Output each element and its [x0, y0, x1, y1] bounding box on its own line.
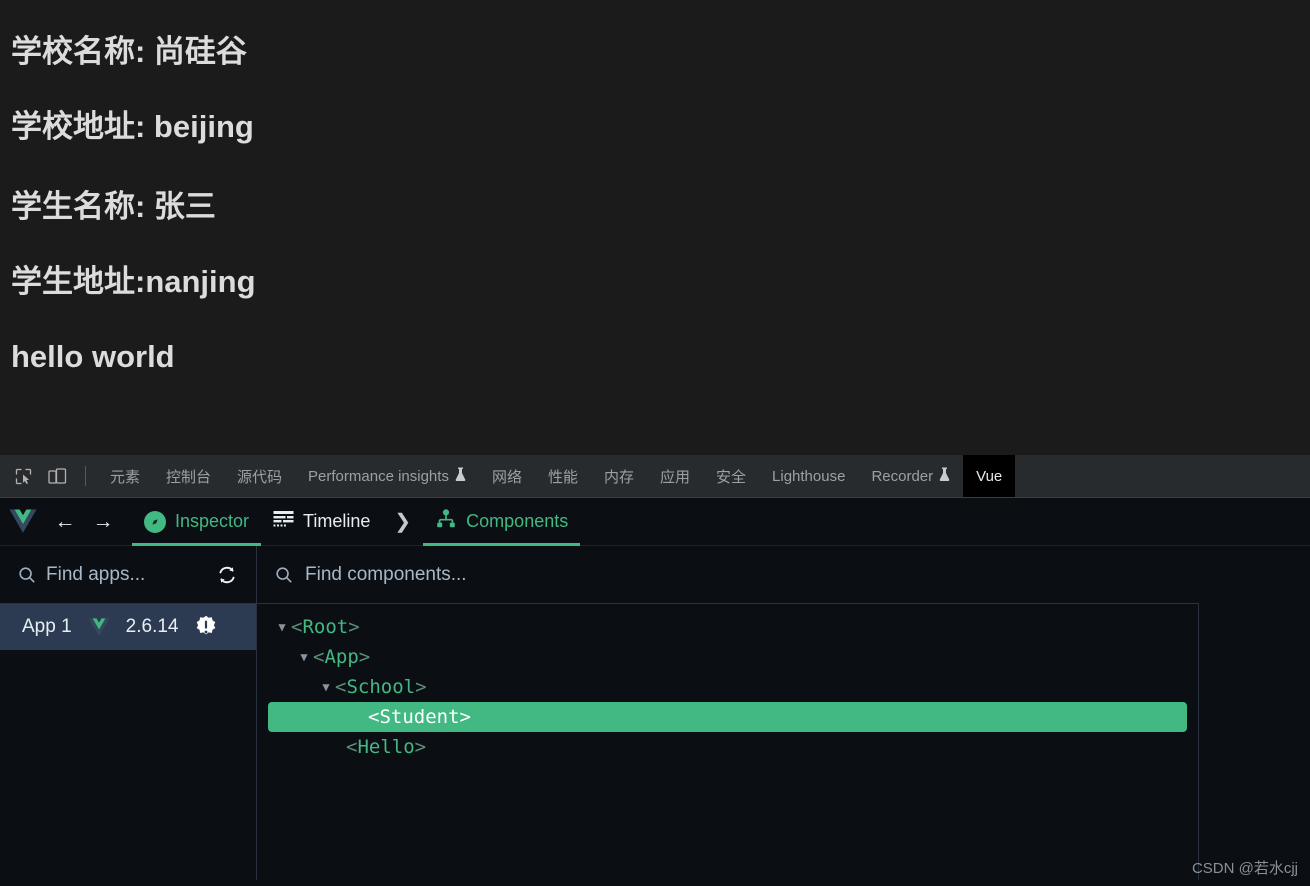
component-name: School [346, 676, 416, 698]
devtools-panel: 元素 控制台 源代码 Performance insights 网络 性能 内存 [0, 455, 1310, 886]
vue-toolbar: ← → Inspector Timeline ❯ Components [0, 498, 1310, 546]
tab-sources[interactable]: 源代码 [224, 455, 295, 497]
tab-label: 安全 [716, 468, 747, 486]
inspect-element-icon[interactable] [6, 455, 40, 497]
tab-performance-insights[interactable]: Performance insights [295, 455, 479, 497]
forward-button[interactable]: → [84, 498, 122, 546]
page-text-line: 学校名称: 尚硅谷 [11, 34, 247, 69]
tabbar-divider [85, 466, 86, 486]
tree-row-selected[interactable]: ▼<Student> [268, 702, 1187, 732]
search-icon [18, 566, 36, 584]
search-icon [275, 566, 293, 584]
tab-label: Performance insights [308, 467, 449, 485]
tab-lighthouse[interactable]: Lighthouse [759, 455, 858, 497]
watermark: CSDN @若水cjj [1191, 860, 1298, 877]
apps-list-panel: App 1 2.6.14 [0, 604, 257, 880]
chevron-right-icon: ❯ [394, 511, 412, 533]
components-search-bar[interactable]: Find components... [257, 546, 1199, 604]
page-text-line: hello world [11, 339, 175, 374]
component-name: Hello [357, 736, 415, 758]
vue-logo-icon [0, 509, 46, 534]
tab-performance[interactable]: 性能 [535, 455, 591, 497]
chevron-down-icon[interactable]: ▼ [273, 620, 291, 634]
apps-search-bar[interactable]: Find apps... [0, 546, 257, 604]
tab-label: 网络 [491, 468, 522, 486]
vue-tab-components[interactable]: Components [423, 498, 581, 546]
tab-console[interactable]: 控制台 [153, 455, 224, 497]
rendered-page: 学校名称: 尚硅谷 学校地址: beijing 学生名称: 张三 学生地址:na… [0, 0, 1310, 455]
tab-label: 应用 [660, 468, 691, 486]
tree-row[interactable]: ▼ < Root > [257, 612, 1198, 642]
component-name: Student [379, 706, 460, 728]
timeline-icon [273, 510, 294, 533]
component-details-panel [1199, 604, 1310, 880]
devtools-tabbar: 元素 控制台 源代码 Performance insights 网络 性能 内存 [0, 455, 1310, 498]
tab-label: Vue [976, 467, 1003, 485]
refresh-icon[interactable] [216, 564, 238, 586]
vue-tab-label: Components [466, 511, 569, 531]
sitemap-icon [435, 509, 457, 534]
tab-vue[interactable]: Vue [963, 455, 1016, 497]
vue-tab-label: Timeline [303, 511, 371, 531]
page-text-line: 学生地址:nanjing [11, 264, 256, 299]
page-text-line: 学校地址: beijing [11, 109, 254, 144]
tab-label: Recorder [871, 467, 934, 485]
tree-row[interactable]: ▼ < School > [257, 672, 1198, 702]
devtools-body: App 1 2.6.14 ▼ < Root > ▼ < App > ▼ < Sc… [0, 604, 1310, 880]
page-text-line: 学生名称: 张三 [11, 189, 216, 224]
vue-tab-inspector[interactable]: Inspector [132, 498, 262, 546]
tab-elements[interactable]: 元素 [97, 455, 153, 497]
components-search-placeholder: Find components... [305, 563, 467, 585]
back-button[interactable]: ← [46, 498, 84, 546]
tab-security[interactable]: 安全 [703, 455, 759, 497]
app-name: App 1 [22, 616, 72, 637]
experimental-flask-icon [939, 467, 950, 485]
tree-row[interactable]: ▼ < App > [257, 642, 1198, 672]
warning-badge-icon [194, 615, 218, 639]
app-version: 2.6.14 [125, 616, 179, 637]
vue-logo-icon [88, 617, 110, 637]
tab-application[interactable]: 应用 [647, 455, 703, 497]
vue-tab-timeline[interactable]: Timeline [261, 498, 382, 546]
experimental-flask-icon [455, 467, 466, 485]
tab-label: 控制台 [166, 468, 212, 486]
tab-label: 性能 [547, 468, 578, 486]
apps-search-placeholder: Find apps... [46, 563, 146, 585]
tab-network[interactable]: 网络 [479, 455, 535, 497]
component-tree-panel: ▼<Root> ▼<App> ▼<School> ▼<Student> ▼<He… [257, 604, 1199, 880]
compass-icon [144, 510, 166, 533]
tab-label: 内存 [603, 468, 634, 486]
tab-recorder[interactable]: Recorder [858, 455, 963, 497]
device-toolbar-icon[interactable] [40, 455, 74, 497]
component-name: App [324, 646, 359, 668]
tab-label: 源代码 [237, 468, 283, 486]
tab-label: Lighthouse [772, 467, 846, 485]
vue-tab-label: Inspector [175, 511, 250, 531]
component-name: Root [302, 616, 349, 638]
chevron-down-icon[interactable]: ▼ [295, 650, 313, 664]
chevron-down-icon[interactable]: ▼ [317, 680, 335, 694]
tab-label: 元素 [110, 468, 141, 486]
search-row: Find apps... Find components... [0, 546, 1310, 604]
tree-row[interactable]: ▼<Hello> [257, 732, 1198, 762]
tab-memory[interactable]: 内存 [591, 455, 647, 497]
app-list-item[interactable]: App 1 2.6.14 [0, 604, 256, 650]
